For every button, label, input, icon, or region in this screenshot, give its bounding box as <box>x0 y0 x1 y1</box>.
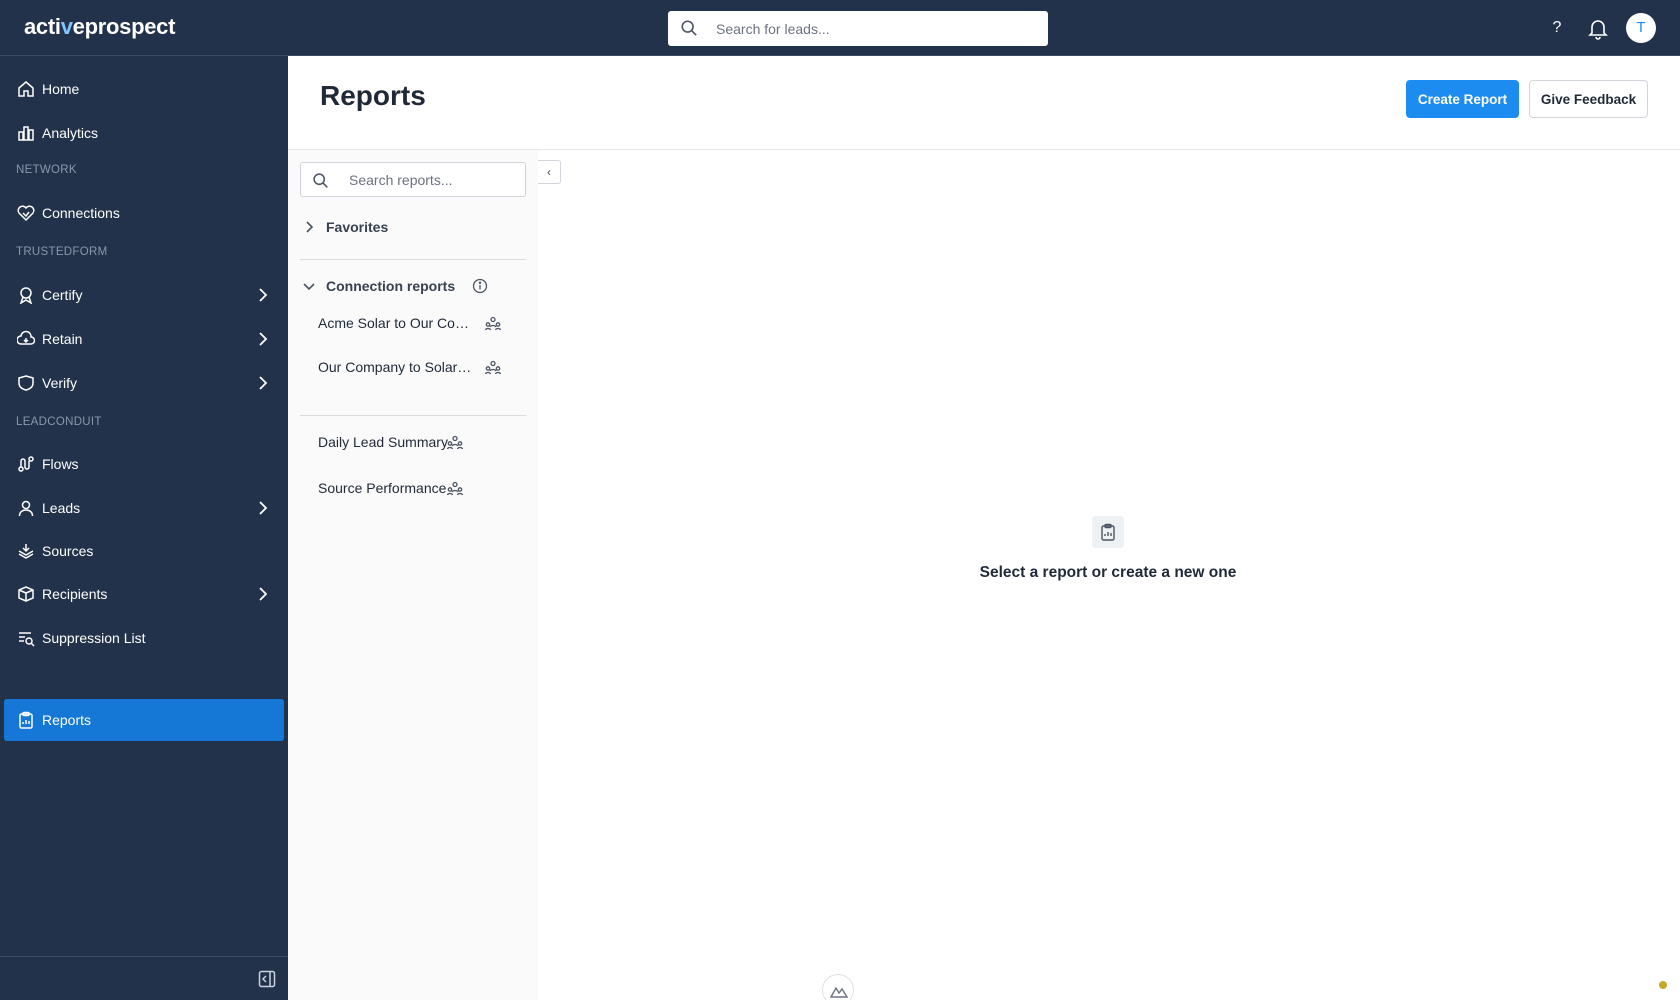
reports-search-box[interactable] <box>300 162 526 197</box>
sidebar-item-flows[interactable]: Flows <box>4 443 284 485</box>
sidebar-divider <box>0 956 288 957</box>
chevron-right-icon <box>306 221 314 233</box>
section-label-network: NETWORK <box>16 164 77 176</box>
report-item-label: Acme Solar to Our Company <box>318 315 471 331</box>
sources-icon <box>18 544 34 559</box>
search-icon <box>681 20 697 36</box>
chevron-right-icon <box>259 376 268 390</box>
report-item[interactable]: Our Company to SolarEdge <box>300 350 526 386</box>
sidebar-item-leads[interactable]: Leads <box>4 487 284 529</box>
info-icon[interactable] <box>472 278 488 294</box>
activeprospect-logo[interactable]: activeprospect <box>24 14 175 40</box>
sidebar-item-label: Verify <box>42 375 78 391</box>
user-avatar[interactable]: T <box>1626 13 1656 43</box>
section-label-trustedform: TRUSTEDFORM <box>16 246 108 258</box>
favorites-divider <box>300 259 526 260</box>
connection-reports-divider <box>300 415 526 416</box>
report-item-label: Daily Lead Summary <box>318 434 448 450</box>
analytics-icon <box>18 126 34 141</box>
favorites-label: Favorites <box>326 219 389 235</box>
sidebar-item-home[interactable]: Home <box>4 68 284 110</box>
sidebar-item-sources[interactable]: Sources <box>4 530 284 572</box>
connection-reports-label: Connection reports <box>326 278 456 294</box>
leads-icon <box>18 500 34 517</box>
chevron-right-icon <box>259 501 268 515</box>
top-bar: activeprospect ? T <box>0 0 1680 56</box>
chevron-right-icon <box>259 587 268 601</box>
flows-icon <box>18 456 34 472</box>
lead-search-box[interactable] <box>668 11 1048 46</box>
lead-search-input[interactable] <box>716 11 1036 46</box>
sidebar-item-suppression-list[interactable]: Suppression List <box>4 617 284 659</box>
recipients-icon <box>18 586 34 602</box>
give-feedback-button[interactable]: Give Feedback <box>1529 80 1648 118</box>
chevron-right-icon <box>259 332 268 346</box>
notifications-bell-icon[interactable] <box>1587 16 1609 40</box>
sidebar-item-recipients[interactable]: Recipients <box>4 573 284 615</box>
report-item[interactable]: Source Performance <box>300 471 526 507</box>
certify-icon <box>19 287 33 304</box>
collapse-reports-panel-button[interactable]: ‹ <box>538 160 561 184</box>
sidebar-item-label: Reports <box>42 712 92 728</box>
chevron-right-icon <box>259 288 268 302</box>
chevron-down-icon <box>303 283 315 291</box>
retain-icon <box>17 330 35 345</box>
sidebar-nav: Home Analytics NETWORK Connections TRUST… <box>0 56 288 1000</box>
collapse-sidebar-icon[interactable] <box>258 970 276 988</box>
sidebar-item-label: Analytics <box>42 125 99 141</box>
report-item[interactable]: Daily Lead Summary <box>300 425 526 461</box>
sidebar-item-label: Certify <box>42 287 83 303</box>
report-item[interactable]: Acme Solar to Our Company <box>300 306 526 342</box>
create-report-button[interactable]: Create Report <box>1406 80 1519 118</box>
sidebar-item-retain[interactable]: Retain <box>4 318 284 360</box>
sidebar-item-connections[interactable]: Connections <box>4 192 284 234</box>
reports-search-input[interactable] <box>349 163 519 196</box>
shared-users-icon <box>484 360 502 375</box>
sidebar-item-label: Suppression List <box>42 630 146 646</box>
sidebar-item-label: Sources <box>42 543 94 559</box>
connections-icon <box>17 205 35 222</box>
sidebar-item-analytics[interactable]: Analytics <box>4 112 284 154</box>
reports-icon <box>19 711 33 729</box>
sidebar-item-reports[interactable]: Reports <box>4 699 284 741</box>
sidebar-item-label: Home <box>42 81 80 97</box>
favorites-group-toggle[interactable]: Favorites <box>300 216 526 240</box>
sidebar-item-label: Recipients <box>42 586 108 602</box>
status-indicator <box>1659 981 1667 989</box>
shared-users-icon <box>446 435 464 450</box>
report-item-label: Our Company to SolarEdge <box>318 359 476 375</box>
reports-list-panel: Favorites Connection reports Acme Solar … <box>288 150 538 1000</box>
verify-icon <box>18 375 34 391</box>
sidebar-item-verify[interactable]: Verify <box>4 362 284 404</box>
devtools-badge[interactable] <box>822 974 854 1000</box>
search-icon <box>313 173 328 188</box>
shared-users-icon <box>484 316 502 331</box>
home-icon <box>18 81 34 97</box>
sidebar-item-label: Connections <box>42 205 120 221</box>
help-button[interactable]: ? <box>1547 16 1567 40</box>
sidebar-item-label: Flows <box>42 456 79 472</box>
section-label-leadconduit: LEADCONDUIT <box>16 416 102 428</box>
report-item-label: Source Performance <box>318 480 447 496</box>
report-clipboard-icon <box>1092 516 1124 548</box>
main-content: Reports Create Report Give Feedback Favo… <box>288 56 1680 1000</box>
empty-state-message: Select a report or create a new one <box>979 564 1237 581</box>
page-title: Reports <box>320 80 426 111</box>
connection-reports-group-toggle[interactable]: Connection reports <box>300 275 526 299</box>
sidebar-item-certify[interactable]: Certify <box>4 274 284 316</box>
suppression-list-icon <box>19 632 35 647</box>
sidebar-item-label: Retain <box>42 331 83 347</box>
shared-users-icon <box>446 481 464 496</box>
sidebar-item-label: Leads <box>42 500 81 516</box>
